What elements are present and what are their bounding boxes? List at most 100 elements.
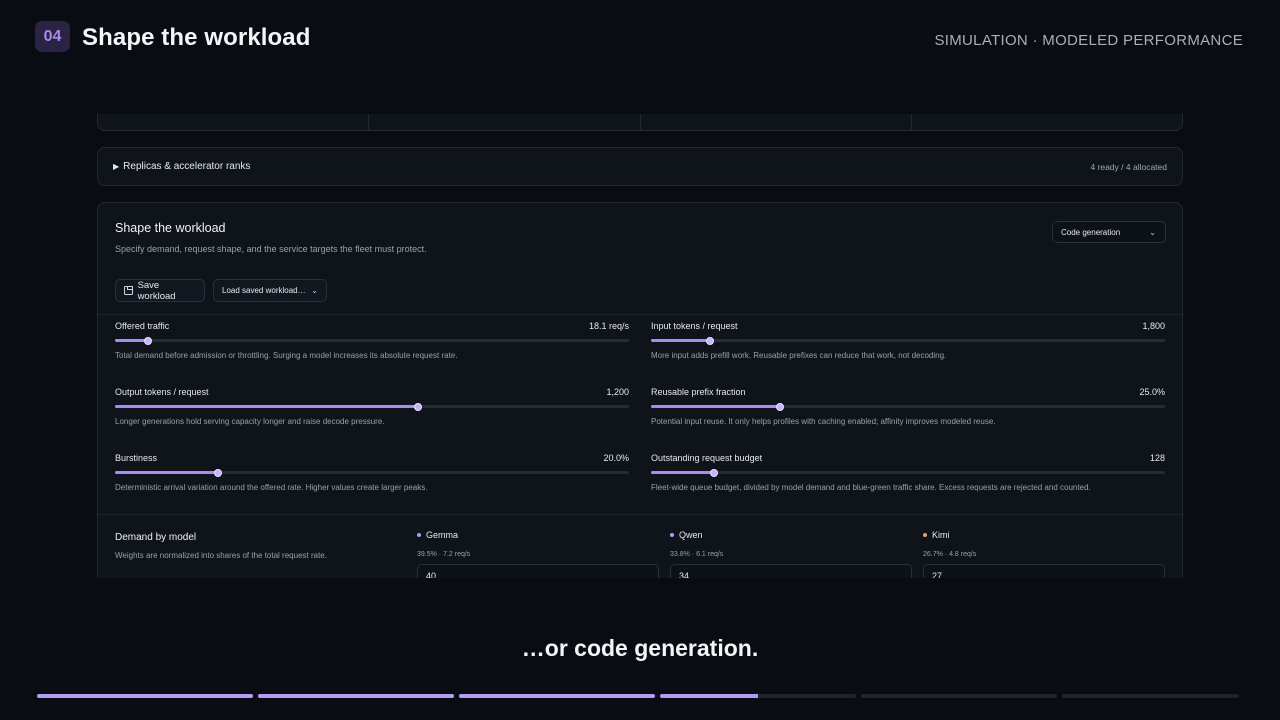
progress-segment-fill (660, 694, 758, 698)
slider-track[interactable] (651, 336, 1165, 345)
slider-fill (651, 471, 714, 474)
model-name: Gemma (417, 530, 659, 540)
model-share: 26.7% · 4.8 req/s (923, 551, 977, 558)
slider-value: 25.0% (1139, 387, 1165, 397)
slider-thumb[interactable] (775, 402, 784, 411)
model-qwen: Qwen 33.8% · 6.1 req/s 34 (670, 530, 912, 578)
slider-fill (651, 339, 711, 342)
slider-label: Offered traffic (115, 321, 170, 331)
progress-segment (660, 694, 856, 698)
workload-subtitle: Specify demand, request shape, and the s… (115, 244, 427, 254)
demand-subtitle: Weights are normalized into shares of th… (115, 551, 327, 560)
page-title: Shape the workload (82, 24, 311, 51)
slider-prefix-fraction[interactable]: Reusable prefix fraction 25.0% Potential… (651, 387, 1165, 439)
progress-segment (861, 694, 1057, 698)
slider-track[interactable] (651, 402, 1165, 411)
slider-label: Burstiness (115, 453, 158, 463)
slider-description: Longer generations hold serving capacity… (115, 417, 385, 426)
demand-title: Demand by model (115, 532, 197, 543)
slider-label: Input tokens / request (651, 321, 738, 331)
progress-bar (37, 694, 1239, 698)
slider-value: 20.0% (603, 453, 629, 463)
slider-value: 128 (1149, 453, 1165, 463)
model-share: 39.5% · 7.2 req/s (417, 551, 471, 558)
save-icon (124, 286, 133, 295)
step-badge: 04 (35, 21, 70, 52)
slider-label: Reusable prefix fraction (651, 387, 746, 397)
model-weight-input[interactable]: 34 (670, 564, 912, 578)
model-color-dot-icon (923, 533, 927, 537)
model-share: 33.8% · 6.1 req/s (670, 551, 724, 558)
slider-output-tokens[interactable]: Output tokens / request 1,200 Longer gen… (115, 387, 629, 439)
slider-track[interactable] (651, 468, 1165, 477)
slider-description: More input adds prefill work. Reusable p… (651, 351, 947, 360)
model-color-dot-icon (417, 533, 421, 537)
progress-segment-fill (37, 694, 253, 698)
progress-segment (37, 694, 253, 698)
replicas-status: 4 ready / 4 allocated (1090, 161, 1167, 172)
caption: …or code generation. (521, 635, 759, 661)
slider-track[interactable] (115, 468, 629, 477)
divider (98, 514, 1182, 515)
mode-label: SIMULATION · MODELED PERFORMANCE (934, 32, 1243, 49)
slider-value: 1,800 (1142, 321, 1165, 331)
model-color-dot-icon (670, 533, 674, 537)
chevron-down-icon: ⌄ (1149, 227, 1156, 237)
progress-segment (1062, 694, 1239, 698)
replicas-summary-label: Replicas & accelerator ranks (123, 161, 251, 172)
slider-thumb[interactable] (144, 336, 153, 345)
metric-cell (369, 114, 641, 130)
replicas-summary[interactable]: ▶ Replicas & accelerator ranks (113, 161, 250, 172)
model-name: Qwen (670, 530, 912, 540)
slider-offered-traffic[interactable]: Offered traffic 18.1 req/s Total demand … (115, 321, 629, 373)
divider (98, 314, 1182, 315)
preset-select-value: Code generation (1061, 227, 1121, 237)
slider-value: 1,200 (606, 387, 629, 397)
slider-description: Fleet-wide queue budget, divided by mode… (651, 483, 1091, 492)
slider-description: Total demand before admission or throttl… (115, 351, 458, 360)
save-workload-label: Save workload (137, 279, 176, 302)
metric-cell (912, 114, 1182, 130)
model-weight-input[interactable]: 27 (923, 564, 1165, 578)
slider-burstiness[interactable]: Burstiness 20.0% Deterministic arrival v… (115, 453, 629, 505)
slider-label: Output tokens / request (115, 387, 209, 397)
slider-fill (115, 405, 419, 408)
save-workload-button[interactable]: Save workload (115, 279, 205, 302)
slider-thumb[interactable] (213, 468, 222, 477)
slider-value: 18.1 req/s (588, 321, 629, 331)
load-workload-label: Load saved workload… (222, 286, 306, 295)
slider-thumb[interactable] (414, 402, 423, 411)
metric-cell (98, 114, 370, 130)
preset-select[interactable]: Code generation ⌄ (1052, 221, 1166, 243)
slider-request-budget[interactable]: Outstanding request budget 128 Fleet-wid… (651, 453, 1165, 505)
metrics-card (97, 114, 1183, 131)
metric-cell (641, 114, 912, 130)
app-viewport: ▶ Replicas & accelerator ranks 4 ready /… (97, 114, 1183, 578)
model-name: Kimi (923, 530, 1165, 540)
slider-label: Outstanding request budget (651, 453, 763, 463)
slider-thumb[interactable] (709, 468, 718, 477)
model-weight-input[interactable]: 40 (417, 564, 659, 578)
model-name-label: Gemma (426, 530, 459, 540)
slider-description: Potential input reuse. It only helps pro… (651, 417, 996, 426)
slider-fill (115, 471, 218, 474)
model-gemma: Gemma 39.5% · 7.2 req/s 40 (417, 530, 659, 578)
workload-title: Shape the workload (115, 221, 226, 235)
load-workload-select[interactable]: Load saved workload… ⌄ (213, 279, 327, 302)
slider-input-tokens[interactable]: Input tokens / request 1,800 More input … (651, 321, 1165, 373)
slider-fill (115, 339, 149, 342)
slider-track[interactable] (115, 336, 629, 345)
progress-segment-fill (258, 694, 454, 698)
progress-segment-fill (459, 694, 655, 698)
replicas-disclosure[interactable]: ▶ Replicas & accelerator ranks 4 ready /… (97, 147, 1183, 186)
model-name-label: Qwen (679, 530, 703, 540)
slider-description: Deterministic arrival variation around t… (115, 483, 428, 492)
model-kimi: Kimi 26.7% · 4.8 req/s 27 (923, 530, 1165, 578)
slider-track[interactable] (115, 402, 629, 411)
slider-thumb[interactable] (706, 336, 715, 345)
chevron-down-icon: ⌄ (311, 286, 318, 295)
progress-segment (258, 694, 454, 698)
progress-segment (459, 694, 655, 698)
slider-fill (651, 405, 780, 408)
model-name-label: Kimi (932, 530, 950, 540)
